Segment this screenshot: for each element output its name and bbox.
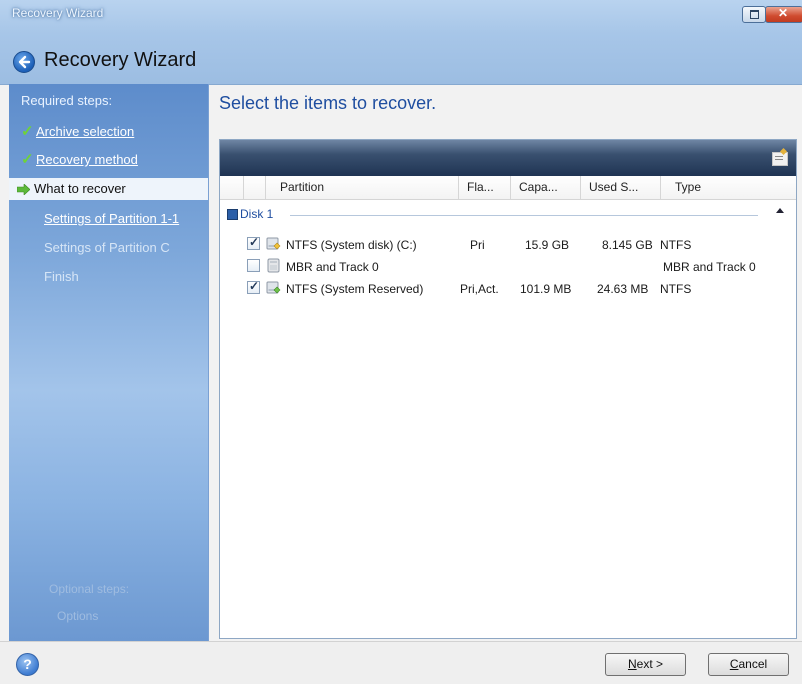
step-settings-partition-c: Settings of Partition C — [9, 237, 208, 259]
partition-type: NTFS — [660, 282, 692, 296]
help-icon[interactable]: ? — [16, 653, 39, 676]
maximize-button[interactable] — [742, 6, 766, 23]
footer-bar: ? Next > Cancel — [0, 641, 802, 684]
disk-icon — [267, 258, 280, 273]
partition-capacity: 101.9 MB — [520, 282, 572, 296]
table-row[interactable]: MBR and Track 0 MBR and Track 0 — [220, 256, 796, 277]
row-checkbox[interactable] — [247, 235, 260, 250]
partition-flags: Pri — [470, 238, 485, 252]
close-button[interactable] — [765, 6, 802, 23]
column-header-flags[interactable]: Fla... — [458, 176, 510, 199]
partition-icon — [266, 237, 281, 250]
title-bar: Recovery Wizard Recovery Wizard — [0, 0, 802, 85]
partition-name: NTFS (System disk) (C:) — [286, 238, 417, 252]
table-row[interactable]: NTFS (System disk) (C:) Pri 15.9 GB 8.14… — [220, 234, 796, 255]
step-recovery-method[interactable]: ✓ Recovery method — [9, 149, 208, 171]
step-label: Finish — [44, 269, 79, 284]
column-options-icon[interactable] — [772, 152, 788, 166]
items-panel: Partition Fla... Capa... Used S... Type … — [219, 139, 797, 639]
checkmark-icon: ✓ — [21, 123, 34, 140]
column-header-partition[interactable]: Partition — [265, 176, 458, 199]
step-label: What to recover — [34, 181, 126, 196]
partition-flags: Pri,Act. — [460, 282, 499, 296]
disk-label: Disk 1 — [240, 207, 274, 221]
divider — [290, 215, 758, 216]
column-header-row: Partition Fla... Capa... Used S... Type — [220, 176, 796, 200]
next-mnemonic: N — [627, 657, 637, 671]
panel-toolbar — [220, 140, 796, 176]
wizard-header-title: Recovery Wizard — [44, 49, 197, 71]
step-label: Archive selection — [36, 124, 135, 139]
step-archive-selection[interactable]: ✓ Archive selection — [9, 121, 208, 143]
row-checkbox[interactable] — [247, 279, 260, 294]
partition-used-space: 8.145 GB — [602, 238, 653, 252]
partition-name: MBR and Track 0 — [286, 260, 379, 274]
disk-group-icon — [227, 209, 238, 220]
window-title: Recovery Wizard — [12, 6, 104, 20]
disk-group-header[interactable]: Disk 1 — [220, 204, 796, 224]
cancel-button[interactable]: Cancel — [708, 653, 789, 676]
column-header-spacer — [243, 176, 265, 199]
required-steps-heading: Required steps: — [21, 93, 113, 108]
step-settings-partition-1-1[interactable]: Settings of Partition 1-1 — [9, 208, 208, 230]
row-checkbox[interactable] — [247, 259, 260, 272]
next-button-label: ext > — [636, 657, 664, 671]
checkmark-icon: ✓ — [21, 151, 34, 168]
green-arrow-icon — [17, 184, 30, 195]
optional-steps-heading: Optional steps: — [49, 582, 130, 596]
step-label: Settings of Partition C — [44, 240, 170, 255]
step-label: Recovery method — [36, 152, 138, 167]
step-what-to-recover[interactable]: What to recover — [9, 178, 208, 200]
partition-type: NTFS — [660, 238, 692, 252]
recovery-wizard-window: Recovery Wizard Recovery Wizard Required… — [0, 0, 802, 684]
column-header-used-space[interactable]: Used S... — [580, 176, 660, 199]
partition-type: MBR and Track 0 — [663, 260, 756, 274]
table-row[interactable]: NTFS (System Reserved) Pri,Act. 101.9 MB… — [220, 278, 796, 299]
step-label: Settings of Partition 1-1 — [44, 211, 180, 226]
page-heading: Select the items to recover. — [219, 93, 437, 113]
column-header-capacity[interactable]: Capa... — [510, 176, 580, 199]
partition-name: NTFS (System Reserved) — [286, 282, 424, 296]
partition-capacity: 15.9 GB — [525, 238, 570, 252]
next-button[interactable]: Next > — [605, 653, 686, 676]
optional-step-options: Options — [57, 609, 99, 623]
partition-used-space: 24.63 MB — [597, 282, 649, 296]
cancel-button-label: ancel — [738, 657, 768, 671]
steps-sidebar: Required steps: ✓ Archive selection ✓ Re… — [9, 84, 209, 641]
collapse-chevron-icon[interactable] — [776, 208, 784, 213]
step-finish: Finish — [9, 266, 208, 288]
column-header-type[interactable]: Type — [660, 176, 796, 199]
back-arrow-icon[interactable] — [13, 51, 35, 73]
partition-icon — [266, 281, 281, 294]
